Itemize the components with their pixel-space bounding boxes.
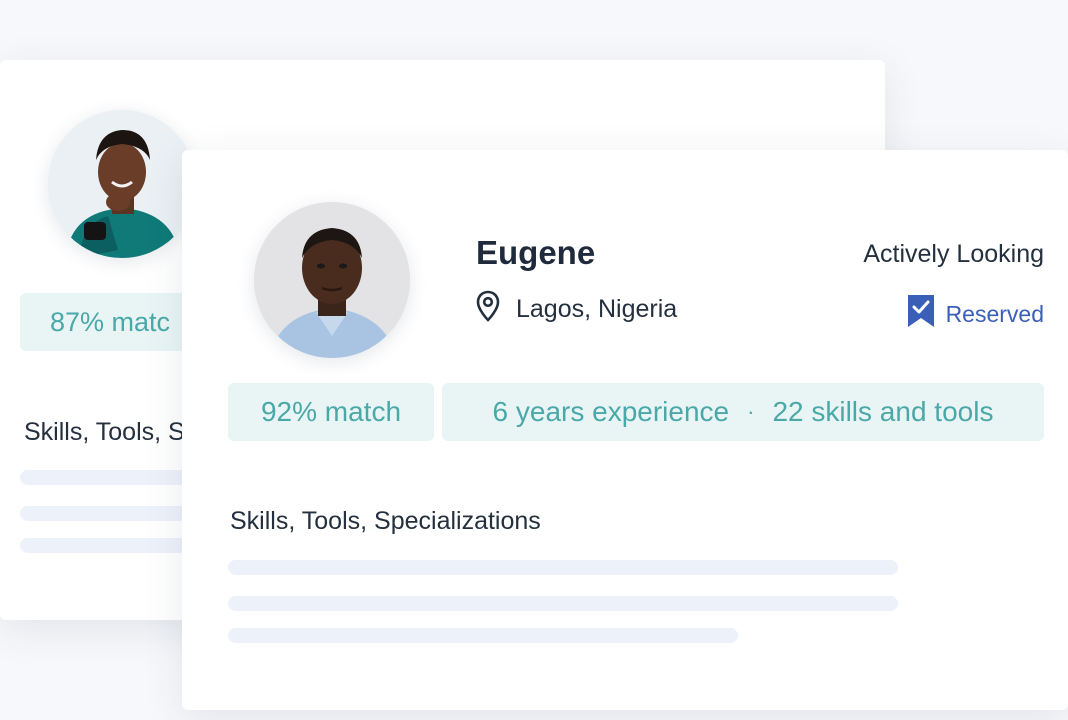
skills-section-title: Skills, Tools, Specializations <box>230 507 541 535</box>
skills-count-label: 22 skills and tools <box>772 396 994 427</box>
map-pin-icon <box>476 290 500 329</box>
candidate-card[interactable]: Eugene Lagos, Nigeria Actively Looking R… <box>182 150 1068 710</box>
candidate-name: Eugene <box>476 234 596 271</box>
back-candidate-avatar <box>48 110 196 258</box>
candidate-avatar <box>254 202 410 358</box>
location-label: Lagos, Nigeria <box>516 295 678 323</box>
back-match-label: 87% matc <box>50 306 171 337</box>
reserved-label: Reserved <box>945 300 1044 327</box>
stats-separator: · <box>747 399 755 424</box>
match-badge: 92% match <box>228 383 434 441</box>
stats-badge: 6 years experience · 22 skills and tools <box>442 383 1044 441</box>
bookmark-check-icon <box>906 293 936 335</box>
availability-status: Actively Looking <box>863 240 1044 268</box>
back-section-title: Skills, Tools, S <box>24 418 185 446</box>
match-label: 92% match <box>260 396 402 427</box>
experience-label: 6 years experience <box>492 396 730 427</box>
reserved-badge[interactable]: Reserved <box>906 293 1044 335</box>
placeholder-bar-2 <box>228 596 898 611</box>
placeholder-bar-3 <box>228 628 738 643</box>
placeholder-bar-1 <box>228 560 898 575</box>
candidate-location: Lagos, Nigeria <box>476 290 677 329</box>
